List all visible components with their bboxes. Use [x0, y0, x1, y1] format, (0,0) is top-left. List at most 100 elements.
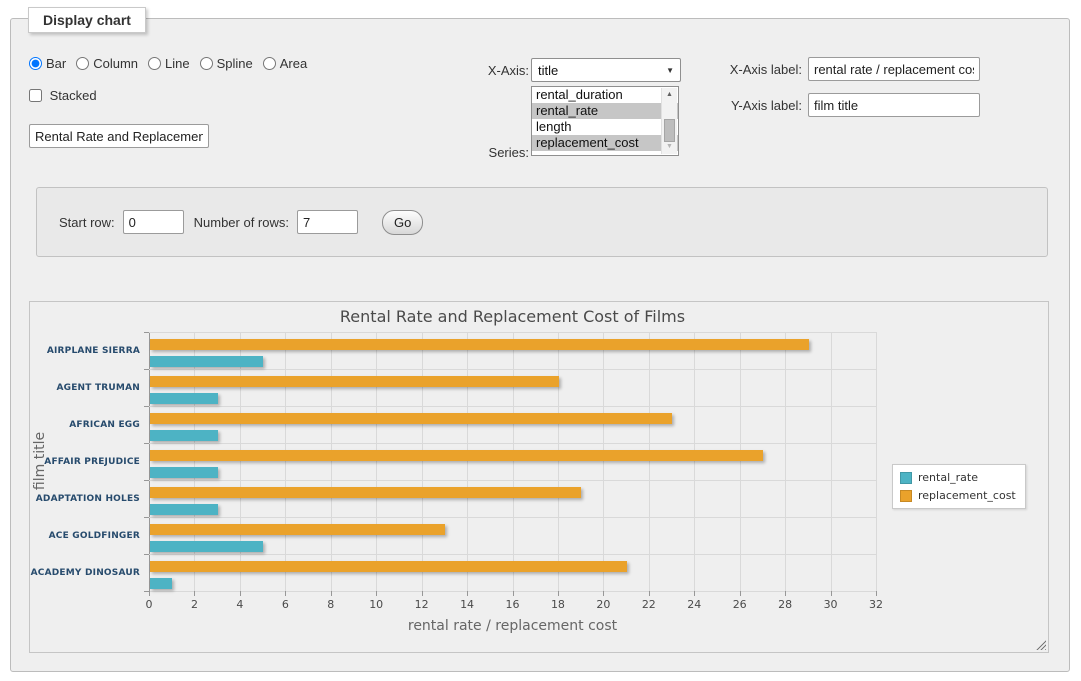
legend-swatch-icon	[900, 472, 912, 484]
gridline	[558, 332, 559, 591]
chart-type-option-spline[interactable]: Spline	[200, 56, 253, 71]
x-tick-label: 10	[360, 598, 392, 611]
gridline	[331, 332, 332, 591]
chart-type-radio-line[interactable]	[148, 57, 161, 70]
series-option-rental_duration[interactable]: rental_duration	[532, 87, 678, 103]
y-axis-label-input[interactable]	[808, 93, 980, 117]
gridline	[240, 332, 241, 591]
series-option-replacement_cost[interactable]: replacement_cost	[532, 135, 678, 151]
chart-type-radios: Bar Column Line Spline Area	[29, 56, 317, 71]
x-axis-label-input[interactable]	[808, 57, 980, 81]
chart-title-input[interactable]	[29, 124, 209, 148]
category-label: AIRPLANE SIERRA	[30, 346, 140, 356]
chart-type-radio-area[interactable]	[263, 57, 276, 70]
x-tick-mark	[558, 591, 559, 596]
chart-type-radio-bar[interactable]	[29, 57, 42, 70]
x-tick-label: 14	[451, 598, 483, 611]
chart-title: Rental Rate and Replacement Cost of Film…	[149, 307, 876, 326]
series-list-label: Series:	[456, 145, 529, 160]
scroll-down-icon[interactable]: ▼	[662, 140, 677, 154]
y-axis-title: film title	[32, 411, 48, 511]
x-tick-label: 8	[315, 598, 347, 611]
chart-type-radio-column[interactable]	[76, 57, 89, 70]
x-tick-mark	[649, 591, 650, 596]
category-label: ACADEMY DINOSAUR	[30, 568, 140, 578]
chart-type-radio-spline[interactable]	[200, 57, 213, 70]
gridline	[194, 332, 195, 591]
bar-replacement_cost	[150, 376, 559, 387]
series-options: rental_durationrental_ratelengthreplacem…	[532, 87, 678, 151]
legend-item-replacement_cost[interactable]: replacement_cost	[900, 489, 1016, 502]
x-tick-mark	[376, 591, 377, 596]
x-tick-label: 12	[406, 598, 438, 611]
x-tick-mark	[331, 591, 332, 596]
display-chart-panel: Display chart BarColumnLineSplineArea St…	[10, 18, 1070, 672]
bar-rental_rate	[150, 393, 218, 404]
bar-rental_rate	[150, 541, 263, 552]
gridline	[467, 332, 468, 591]
chart-type-option-line[interactable]: Line	[148, 56, 190, 71]
x-tick-mark	[513, 591, 514, 596]
chevron-down-icon: ▼	[666, 66, 674, 75]
x-tick-label: 26	[724, 598, 756, 611]
scrollbar-thumb[interactable]	[664, 119, 675, 142]
bar-rental_rate	[150, 356, 263, 367]
x-tick-mark	[785, 591, 786, 596]
stacked-checkbox[interactable]	[29, 89, 42, 102]
stacked-option[interactable]: Stacked	[29, 88, 97, 103]
x-tick-label: 30	[815, 598, 847, 611]
gridline	[149, 369, 876, 370]
start-row-label: Start row:	[59, 215, 115, 230]
start-row-input[interactable]	[123, 210, 184, 234]
gridline	[149, 406, 876, 407]
x-axis-selected-value: title	[538, 63, 666, 78]
gridline	[603, 332, 604, 591]
num-rows-input[interactable]	[297, 210, 358, 234]
y-tick-mark	[144, 554, 149, 555]
x-tick-label: 32	[860, 598, 892, 611]
category-label: AGENT TRUMAN	[30, 383, 140, 393]
x-axis-title: rental rate / replacement cost	[149, 618, 876, 634]
gridline	[785, 332, 786, 591]
x-tick-label: 4	[224, 598, 256, 611]
x-tick-mark	[422, 591, 423, 596]
x-axis-select[interactable]: title ▼	[531, 58, 681, 82]
legend-item-rental_rate[interactable]: rental_rate	[900, 471, 1016, 484]
bar-rental_rate	[150, 467, 218, 478]
bar-rental_rate	[150, 430, 218, 441]
series-listbox[interactable]: rental_durationrental_ratelengthreplacem…	[531, 86, 679, 156]
x-tick-mark	[194, 591, 195, 596]
gridline	[149, 480, 876, 481]
stacked-label: Stacked	[50, 88, 97, 103]
x-tick-label: 6	[269, 598, 301, 611]
x-tick-label: 16	[497, 598, 529, 611]
series-option-length[interactable]: length	[532, 119, 678, 135]
x-tick-mark	[467, 591, 468, 596]
go-button[interactable]: Go	[382, 210, 423, 235]
chart-type-option-bar[interactable]: Bar	[29, 56, 66, 71]
chart-type-option-area[interactable]: Area	[263, 56, 307, 71]
resize-handle-icon[interactable]	[1034, 638, 1046, 650]
category-label: ACE GOLDFINGER	[30, 531, 140, 541]
row-range-panel: Start row: Number of rows: Go	[36, 187, 1048, 257]
bar-replacement_cost	[150, 450, 763, 461]
gridline	[422, 332, 423, 591]
y-axis-label-caption: Y-Axis label:	[706, 98, 802, 113]
scroll-up-icon[interactable]: ▲	[662, 88, 677, 102]
chart-type-option-column[interactable]: Column	[76, 56, 138, 71]
y-tick-mark	[144, 369, 149, 370]
x-tick-label: 28	[769, 598, 801, 611]
x-tick-mark	[285, 591, 286, 596]
series-list-scrollbar[interactable]: ▲ ▼	[661, 88, 677, 154]
y-tick-mark	[144, 443, 149, 444]
x-tick-label: 22	[633, 598, 665, 611]
plot-area	[149, 332, 876, 591]
gridline	[513, 332, 514, 591]
chart-legend: rental_rate replacement_cost	[892, 464, 1026, 509]
bar-replacement_cost	[150, 524, 445, 535]
y-tick-mark	[144, 332, 149, 333]
x-tick-label: 20	[587, 598, 619, 611]
x-tick-mark	[831, 591, 832, 596]
series-option-rental_rate[interactable]: rental_rate	[532, 103, 678, 119]
x-tick-mark	[149, 591, 150, 596]
